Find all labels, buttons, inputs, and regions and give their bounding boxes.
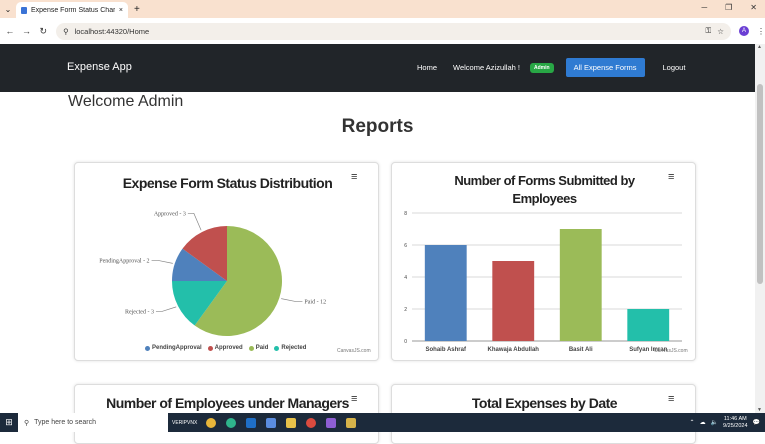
app-icon[interactable]: [341, 413, 361, 432]
scrollbar-thumb[interactable]: [757, 84, 763, 284]
minimize-icon[interactable]: ─: [701, 3, 707, 12]
nav-welcome-text: Welcome Azizullah !: [453, 63, 520, 72]
legend-item[interactable]: Paid: [248, 345, 269, 351]
browser-tab-strip: ⌄ Expense Form Status Charts × + ─ ❐ ✕: [0, 0, 765, 18]
chrome-app-icon[interactable]: [201, 413, 221, 432]
bar-chart-svg: 0 2 4 6 8 Sohaib Ashraf Khawaja Abdullah Basit …: [404, 211, 682, 353]
expenses-chart-menu-icon[interactable]: ≡: [668, 393, 674, 405]
chrome-active-app-icon[interactable]: [301, 413, 321, 432]
back-icon[interactable]: ←: [3, 26, 17, 36]
tab-title: Expense Form Status Charts: [31, 6, 115, 14]
legend-label: Rejected: [281, 345, 307, 351]
pie-label-line: [151, 259, 173, 264]
bar-y-tick-label: 2: [404, 307, 407, 313]
system-tray: ⌃ ☁ 🔈 11:46 AM 9/25/2024 💬: [690, 413, 760, 432]
app-navbar: Expense App Home Welcome Azizullah ! Adm…: [0, 44, 755, 92]
password-key-icon[interactable]: ⚿: [706, 26, 712, 36]
bar-sohaib-ashraf[interactable]: [424, 245, 467, 341]
bar-y-tick-label: 8: [404, 211, 407, 217]
notifications-icon[interactable]: 💬: [753, 419, 760, 426]
browser-menu-icon[interactable]: ⋮: [757, 27, 765, 36]
welcome-heading: Welcome Admin: [68, 93, 184, 110]
managers-chart-title: Number of Employees under Managers: [106, 395, 349, 411]
all-expense-forms-button[interactable]: All Expense Forms: [565, 58, 645, 77]
reload-icon[interactable]: ↻: [36, 26, 50, 37]
tab-search-icon[interactable]: ⌄: [0, 5, 16, 14]
expenses-chart-title: Total Expenses by Date: [471, 395, 618, 411]
pie-chart-svg: Paid - 12 Rejected - 3 PendingApproval - 2…: [99, 211, 326, 336]
edge-app-icon[interactable]: [221, 413, 241, 432]
brand-link[interactable]: Expense App: [67, 61, 132, 73]
vpn-app-label[interactable]: VERIPVNX: [168, 420, 201, 426]
legend-item[interactable]: PendingApproval: [145, 345, 202, 351]
maximize-icon[interactable]: ❐: [725, 3, 732, 12]
legend-dot-icon: [248, 345, 254, 351]
legend-item[interactable]: Rejected: [274, 345, 306, 351]
legend-label: Paid: [255, 345, 269, 351]
close-window-icon[interactable]: ✕: [750, 3, 757, 12]
windows-start-icon[interactable]: ⊞: [0, 417, 18, 428]
page-scrollbar[interactable]: ▲ ▼: [755, 44, 765, 413]
nav-home-link[interactable]: Home: [417, 63, 437, 72]
bar-chart-card: Number of Forms Submitted by Employees ≡…: [391, 162, 696, 361]
tray-chevron-icon[interactable]: ⌃: [690, 419, 695, 426]
bar-x-tick-label: Sohaib Ashraf: [426, 347, 467, 353]
pie-slice-label: Paid - 12: [304, 300, 326, 306]
pie-label-line: [155, 306, 177, 312]
taskbar-clock[interactable]: 11:46 AM 9/25/2024: [723, 416, 747, 430]
legend-label: PendingApproval: [152, 345, 202, 351]
bar-y-tick-label: 0: [404, 339, 407, 345]
page-title: Reports: [341, 116, 414, 137]
bar-basit-ali[interactable]: [559, 229, 602, 341]
taskbar-search-placeholder: Type here to search: [34, 419, 97, 426]
clock-date: 9/25/2024: [723, 422, 748, 429]
clock-time: 11:46 AM: [723, 415, 747, 422]
site-settings-icon[interactable]: ⚲: [63, 27, 69, 36]
bar-x-tick-label: Khawaja Abdullah: [488, 347, 540, 353]
legend-item[interactable]: Approved: [207, 345, 243, 351]
legend-label: Approved: [214, 345, 243, 351]
network-icon[interactable]: ☁: [700, 419, 706, 426]
url-text: localhost:44320/Home: [74, 26, 150, 36]
outlook-app-icon[interactable]: [241, 413, 261, 432]
volume-icon[interactable]: 🔈: [711, 419, 718, 426]
bar-chart-credit[interactable]: CanvasJS.com: [654, 348, 688, 354]
nav-logout-link[interactable]: Logout: [663, 63, 686, 72]
pie-slice-label: PendingApproval - 2: [99, 258, 149, 264]
scroll-up-icon[interactable]: ▲: [757, 44, 762, 50]
legend-dot-icon: [145, 345, 150, 351]
browser-tab[interactable]: Expense Form Status Charts ×: [16, 2, 128, 18]
forward-icon[interactable]: →: [20, 26, 34, 36]
tab-close-icon[interactable]: ×: [119, 7, 123, 14]
pie-chart-credit[interactable]: CanvasJS.com: [337, 348, 371, 354]
bar-sufyan-imran[interactable]: [627, 309, 670, 341]
bookmark-star-icon[interactable]: ☆: [717, 27, 724, 36]
pie-label-line: [281, 298, 303, 303]
pie-slice-label: Approved - 3: [154, 211, 186, 217]
pie-chart-card: Expense Form Status Distribution ≡ Paid …: [74, 162, 379, 361]
legend-dot-icon: [207, 345, 213, 351]
windows-taskbar: ⊞ ⚲ Type here to search VERIPVNX ⌃ ☁ 🔈 1…: [0, 413, 765, 432]
pie-slice-label: Rejected - 3: [125, 309, 154, 315]
profile-avatar[interactable]: A: [739, 26, 749, 36]
favicon-icon: [21, 6, 27, 14]
role-badge: Admin: [530, 62, 554, 73]
teams-app-icon[interactable]: [261, 413, 281, 432]
bar-x-tick-label: Basit Ali: [569, 347, 593, 353]
window-controls: ─ ❐ ✕: [701, 3, 757, 12]
managers-chart-menu-icon[interactable]: ≡: [351, 393, 357, 405]
pie-legend: PendingApproval Approved Paid Rejected: [145, 345, 306, 351]
bar-y-tick-label: 4: [404, 275, 407, 281]
url-field[interactable]: ⚲ localhost:44320/Home ⚿ ☆: [56, 22, 731, 40]
visual-studio-app-icon[interactable]: [321, 413, 341, 432]
pie-label-line: [187, 212, 202, 231]
legend-dot-icon: [274, 345, 280, 351]
bar-y-tick-label: 6: [404, 243, 407, 249]
address-bar-row: ← → ↻ ⚲ localhost:44320/Home ⚿ ☆ A ⋮: [0, 18, 765, 44]
file-explorer-app-icon[interactable]: [281, 413, 301, 432]
bar-khawaja-abdullah[interactable]: [492, 261, 535, 341]
new-tab-button[interactable]: +: [134, 4, 140, 15]
taskbar-search-box[interactable]: ⚲ Type here to search: [18, 413, 168, 432]
search-icon: ⚲: [24, 419, 30, 427]
